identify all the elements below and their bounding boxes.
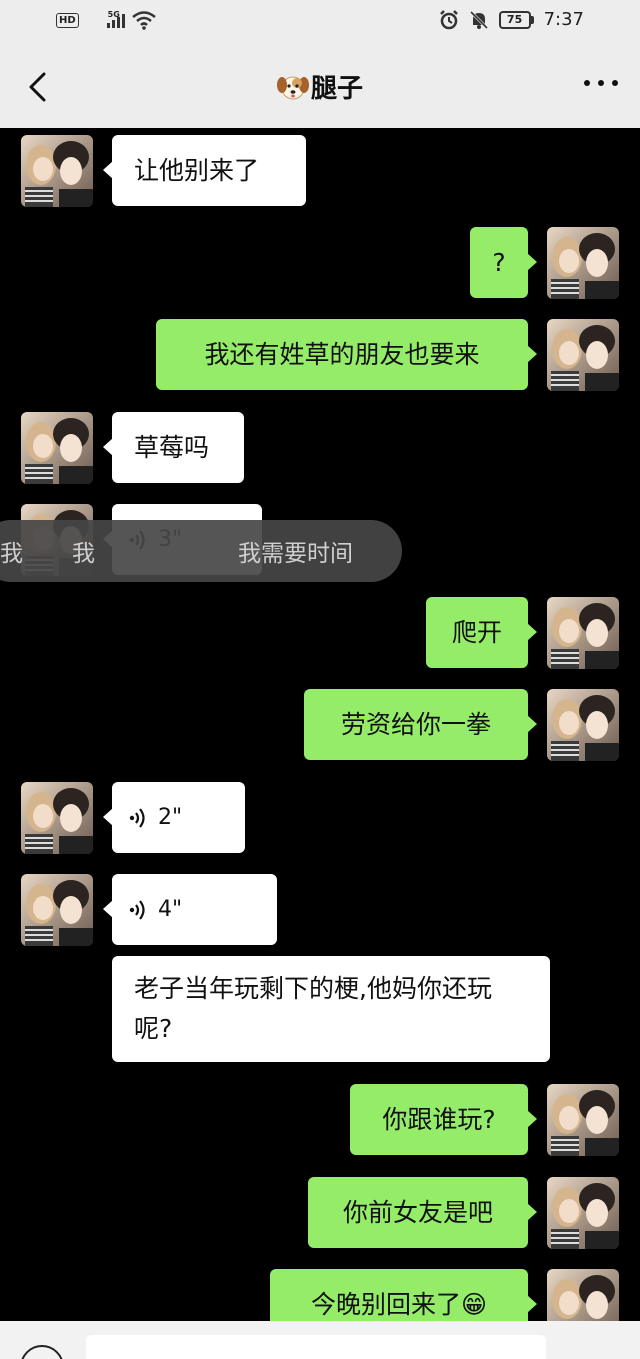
message-row: 让他别来了 [0, 135, 640, 207]
text-message-bubble[interactable]: 劳资给你一拳 [304, 689, 537, 760]
contact-avatar[interactable] [21, 874, 93, 946]
text-message-bubble[interactable]: 爬开 [426, 597, 537, 668]
my-avatar[interactable] [547, 319, 619, 391]
message-row: 我还有姓草的朋友也要来 [0, 319, 640, 391]
message-row: 你前女友是吧 [0, 1177, 640, 1249]
message-list[interactable]: 让他别来了 ? 我还有姓草的朋友也要来 草莓吗 爬开 劳资给你一拳 2" 4" … [0, 128, 640, 1321]
wifi-icon [131, 11, 156, 30]
message-row: 老子当年玩剩下的梗,他妈你还玩呢? [0, 956, 640, 1062]
signal-label: 5G [107, 10, 120, 19]
message-text: 我还有姓草的朋友也要来 [204, 339, 480, 369]
text-message-bubble[interactable]: ? [470, 227, 537, 298]
mute-bell-icon [469, 10, 488, 29]
battery-icon: 75 [498, 10, 534, 29]
voice-content: 2" [112, 805, 182, 830]
contact-avatar[interactable] [21, 782, 93, 854]
voice-content: 4" [112, 897, 182, 922]
message-input[interactable] [86, 1335, 546, 1359]
message-text: 你前女友是吧 [342, 1197, 493, 1227]
voice-toggle-icon[interactable] [20, 1345, 64, 1359]
message-row: 你跟谁玩? [0, 1084, 640, 1156]
message-row: 草莓吗 [0, 412, 640, 484]
my-avatar[interactable] [547, 597, 619, 669]
clock: 7:37 [543, 9, 584, 30]
more-options-icon[interactable] [584, 80, 618, 90]
message-text: 你跟谁玩? [382, 1104, 496, 1134]
message-text: 草莓吗 [134, 432, 210, 462]
toast-text-right: 我需要时间 [238, 541, 353, 567]
toast-text-middle: 我 [72, 541, 95, 567]
alarm-icon [439, 9, 458, 29]
message-row: 4" [0, 874, 640, 946]
message-row: ? [0, 227, 640, 299]
text-message-bubble[interactable]: 我还有姓草的朋友也要来 [156, 319, 537, 390]
message-text: 今晚别回来了😁 [310, 1289, 488, 1319]
text-message-bubble[interactable]: 让他别来了 [103, 135, 306, 206]
chat-title-text: 腿子 [310, 74, 363, 104]
dog-face-icon [276, 76, 309, 100]
message-text: 老子当年玩剩下的梗,他妈你还玩呢? [134, 974, 492, 1043]
text-message-bubble[interactable]: 老子当年玩剩下的梗,他妈你还玩呢? [112, 956, 550, 1062]
caption-toast: 我 我 我需要时间 [0, 520, 402, 582]
message-text: ? [492, 247, 506, 277]
message-row: 劳资给你一拳 [0, 689, 640, 761]
my-avatar[interactable] [547, 1084, 619, 1156]
message-row: 爬开 [0, 597, 640, 669]
chat-title: 腿子 [0, 68, 640, 105]
status-right: 75 7:37 [439, 9, 584, 30]
voice-duration: 2" [158, 805, 183, 830]
status-left: HD 5G [56, 10, 157, 30]
my-avatar[interactable] [547, 1269, 619, 1321]
text-message-bubble[interactable]: 草莓吗 [103, 412, 244, 483]
hd-badge: HD [56, 12, 79, 28]
voice-message-bubble[interactable]: 4" [103, 874, 277, 945]
battery-level: 75 [498, 10, 531, 29]
my-avatar[interactable] [547, 227, 619, 299]
message-text: 劳资给你一拳 [340, 709, 491, 739]
chat-header: 腿子 [0, 44, 640, 128]
status-bar: HD 5G 75 7:37 [0, 0, 640, 44]
message-row: 今晚别回来了😁 [0, 1269, 640, 1321]
my-avatar[interactable] [547, 1177, 619, 1249]
voice-duration: 4" [158, 897, 183, 922]
contact-avatar[interactable] [21, 135, 93, 207]
voice-message-bubble[interactable]: 2" [103, 782, 245, 853]
signal-icon: 5G [85, 10, 125, 28]
voice-wave-icon [129, 807, 145, 828]
my-avatar[interactable] [547, 689, 619, 761]
toast-text-left: 我 [0, 541, 23, 567]
message-text: 让他别来了 [134, 155, 260, 185]
message-row: 2" [0, 782, 640, 854]
text-message-bubble[interactable]: 你跟谁玩? [350, 1084, 537, 1155]
input-bar [0, 1321, 640, 1359]
contact-avatar[interactable] [21, 412, 93, 484]
message-text: 爬开 [451, 617, 502, 647]
voice-wave-icon [129, 899, 145, 920]
text-message-bubble[interactable]: 今晚别回来了😁 [270, 1269, 537, 1321]
text-message-bubble[interactable]: 你前女友是吧 [308, 1177, 537, 1248]
